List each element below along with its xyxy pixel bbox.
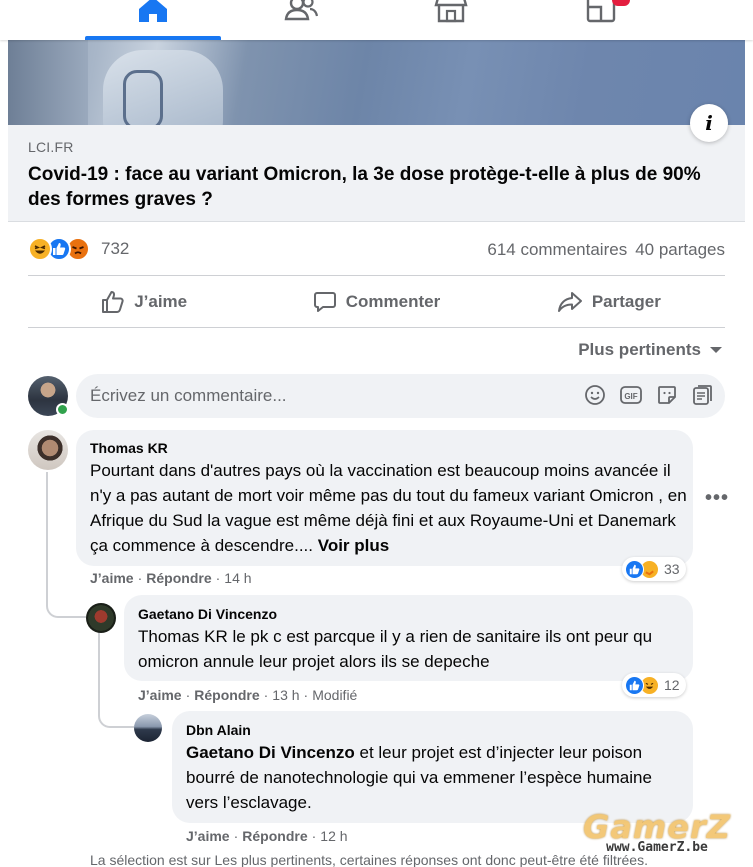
see-more-link[interactable]: Voir plus	[318, 536, 389, 555]
info-icon[interactable]: i	[690, 104, 728, 142]
mention-link[interactable]: Gaetano Di Vincenzo	[186, 743, 355, 762]
like-button[interactable]: J’aime	[28, 277, 260, 327]
like-reaction-icon	[625, 675, 644, 695]
comment-time[interactable]: 12 h	[320, 828, 347, 844]
caret-down-icon	[710, 347, 722, 353]
home-icon	[139, 0, 167, 22]
watermark-logo: GamerZ www.GamerZ.be	[567, 808, 747, 855]
comment-reactions[interactable]: 12	[622, 673, 686, 697]
avatar[interactable]	[28, 430, 68, 470]
nav-pages[interactable]	[533, 0, 669, 40]
comment-input[interactable]: Écrivez un commentaire... GIF	[76, 374, 725, 418]
comment-time[interactable]: 13 h	[272, 687, 299, 703]
comment-input-tools: GIF	[584, 384, 713, 406]
comment-author[interactable]: Gaetano Di Vincenzo	[138, 606, 277, 622]
nav-marketplace[interactable]	[383, 0, 519, 40]
thumbs-up-icon	[102, 291, 124, 313]
link-preview[interactable]: LCI.FR Covid-19 : face au variant Omicro…	[8, 125, 745, 222]
comment-like-link[interactable]: J’aime	[186, 828, 230, 844]
comment-time[interactable]: 14 h	[224, 570, 251, 586]
comment-text: Gaetano Di Vincenzo et leur projet est d…	[186, 740, 676, 815]
filter-notice: La sélection est sur Les plus pertinents…	[90, 852, 648, 867]
comment-reaction-count: 12	[664, 677, 680, 693]
comment-reply-link[interactable]: Répondre	[146, 570, 211, 586]
online-status-indicator	[56, 403, 69, 416]
comment-reaction-count: 33	[664, 561, 680, 577]
comment-sort-dropdown[interactable]: Plus pertinents	[578, 340, 723, 360]
sticker-icon[interactable]	[656, 384, 678, 406]
share-label: Partager	[591, 292, 661, 311]
gif-icon[interactable]: GIF	[619, 384, 643, 406]
comment-input-placeholder: Écrivez un commentaire...	[90, 386, 287, 405]
active-tab-indicator	[85, 36, 221, 40]
shares-count[interactable]: 40 partages	[635, 240, 725, 260]
nav-friends[interactable]	[233, 0, 369, 40]
share-button[interactable]: Partager	[493, 277, 725, 327]
link-title[interactable]: Covid-19 : face au variant Omicron, la 3…	[28, 162, 718, 212]
avatar[interactable]	[86, 603, 116, 633]
comment-meta: J’aime · Répondre · 14 h	[90, 570, 252, 586]
comment-meta: J’aime · Répondre · 12 h	[186, 828, 348, 844]
comment-button[interactable]: Commenter	[260, 277, 492, 327]
comment-author[interactable]: Thomas KR	[90, 440, 168, 456]
comment-label: Commenter	[345, 292, 441, 311]
marketplace-icon	[434, 0, 468, 23]
post-image[interactable]	[8, 40, 745, 125]
top-navigation	[0, 0, 753, 40]
comments-count[interactable]: 614 commentaires	[487, 240, 627, 260]
share-icon	[557, 292, 582, 312]
comment-like-link[interactable]: J’aime	[138, 687, 182, 703]
friends-icon	[284, 0, 318, 21]
comment-icon	[313, 292, 336, 312]
thread-connector	[46, 472, 86, 618]
post-actions: J’aime Commenter Partager	[28, 277, 725, 327]
post-stats: 614 commentaires 40 partages	[487, 240, 725, 260]
haha-reaction-icon	[28, 237, 52, 261]
edited-label[interactable]: Modifié	[312, 687, 357, 703]
emoji-icon[interactable]	[584, 384, 606, 406]
sort-label: Plus pertinents	[578, 340, 701, 359]
watermark-logo-text: GamerZ	[583, 808, 731, 846]
like-label: J’aime	[134, 292, 188, 311]
avatar[interactable]	[134, 714, 162, 742]
divider	[28, 275, 725, 276]
more-options-icon[interactable]: •••	[705, 487, 729, 510]
comment-reactions[interactable]: 33	[622, 557, 686, 581]
comment-author[interactable]: Dbn Alain	[186, 722, 251, 738]
svg-text:GIF: GIF	[624, 392, 637, 401]
comment-meta: J’aime · Répondre · 13 h · Modifié	[138, 687, 358, 703]
comment-reply-link[interactable]: Répondre	[194, 687, 259, 703]
divider	[28, 327, 725, 328]
nav-home[interactable]	[85, 0, 221, 40]
link-source: LCI.FR	[28, 139, 74, 155]
comment-like-link[interactable]: J’aime	[90, 570, 134, 586]
avatar-sticker-icon[interactable]	[691, 384, 713, 406]
reaction-count[interactable]: 732	[101, 239, 129, 259]
comment-text: Thomas KR le pk c est parcque il y a rie…	[138, 627, 653, 671]
like-reaction-icon	[625, 559, 644, 579]
comment-text: Pourtant dans d'autres pays où la vaccin…	[90, 458, 690, 558]
comment-reply-link[interactable]: Répondre	[242, 828, 307, 844]
post-reactions[interactable]: 732	[28, 236, 129, 262]
